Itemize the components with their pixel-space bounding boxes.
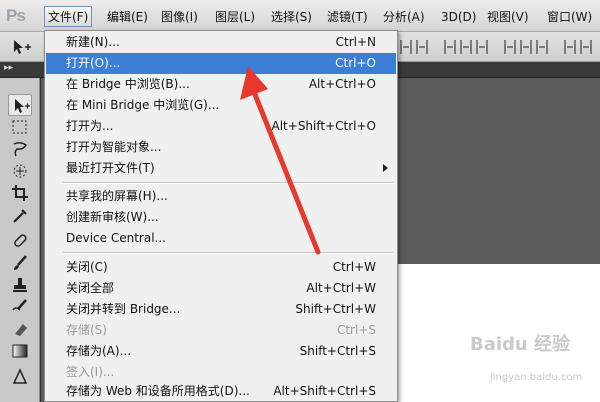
menu-item-label: 最近打开文件(T): [66, 161, 155, 175]
brush-tool-icon[interactable]: [8, 252, 32, 274]
menu-item-shortcut: Ctrl+W: [332, 260, 376, 274]
menu-item-label: 签入(I)...: [66, 365, 115, 379]
menu-separator: [63, 252, 393, 254]
menu-item-close-go-bridge[interactable]: 关闭并转到 Bridge... Shift+Ctrl+W: [46, 299, 396, 320]
menu-item-shortcut: Ctrl+O: [335, 56, 376, 70]
move-tool-icon[interactable]: [8, 94, 32, 116]
watermark-url: jingyan.baidu.com: [490, 372, 583, 383]
menu-item-save: 存储(S) Ctrl+S: [46, 320, 396, 341]
menu-item-device-central[interactable]: Device Central...: [46, 228, 396, 249]
menu-file[interactable]: 文件(F): [44, 6, 93, 27]
menu-item-label: 新建(N)...: [66, 35, 120, 49]
menu-item-check-in: 签入(I)...: [46, 362, 396, 383]
menu-item-label: 打开为...: [66, 119, 114, 133]
quick-selection-tool-icon[interactable]: [8, 160, 32, 182]
gradient-tool-icon[interactable]: [8, 340, 32, 362]
menu-filter[interactable]: 滤镜(T): [324, 7, 371, 27]
menu-item-recent-files[interactable]: 最近打开文件(T): [46, 158, 396, 179]
menu-item-new[interactable]: 新建(N)... Ctrl+N: [46, 32, 396, 53]
menu-edit[interactable]: 编辑(E): [104, 7, 151, 27]
eraser-tool-icon[interactable]: [8, 318, 32, 340]
menu-item-label: 关闭并转到 Bridge...: [66, 302, 181, 316]
menu-item-browse-bridge[interactable]: 在 Bridge 中浏览(B)... Alt+Ctrl+O: [46, 74, 396, 95]
menu-3d[interactable]: 3D(D): [438, 7, 479, 27]
move-tool-option-icon[interactable]: [8, 38, 32, 56]
menu-separator: [63, 182, 393, 184]
menu-item-label: 在 Mini Bridge 中浏览(G)...: [66, 98, 220, 112]
menu-item-label: 存储为(A)...: [66, 344, 132, 358]
menu-item-shortcut: Alt+Shift+Ctrl+O: [271, 119, 376, 133]
menu-item-shortcut: Shift+Ctrl+W: [295, 302, 376, 316]
menu-item-shortcut: Ctrl+N: [335, 35, 376, 49]
menu-item-share-screen[interactable]: 共享我的屏幕(H)...: [46, 186, 396, 207]
menu-item-shortcut: Alt+Ctrl+O: [308, 77, 376, 91]
menu-item-label: 关闭全部: [66, 281, 115, 295]
history-brush-tool-icon[interactable]: [8, 296, 32, 318]
blur-tool-icon[interactable]: [8, 366, 32, 388]
menu-item-close[interactable]: 关闭(C) Ctrl+W: [46, 257, 396, 278]
menu-item-open-as[interactable]: 打开为... Alt+Shift+Ctrl+O: [46, 116, 396, 137]
ps-logo: Ps: [6, 6, 26, 25]
healing-brush-tool-icon[interactable]: [8, 230, 32, 252]
menu-item-label: 打开为智能对象...: [66, 140, 162, 154]
menu-item-label: 存储为 Web 和设备所用格式(D)...: [66, 384, 250, 398]
menu-item-save-for-web[interactable]: 存储为 Web 和设备所用格式(D)... Alt+Shift+Ctrl+S: [46, 381, 396, 402]
menu-item-label: Device Central...: [66, 231, 166, 245]
eyedropper-tool-icon[interactable]: [8, 204, 32, 226]
menu-item-open-smart-object[interactable]: 打开为智能对象...: [46, 137, 396, 158]
menu-item-label: 关闭(C): [66, 260, 108, 274]
menu-item-label: 在 Bridge 中浏览(B)...: [66, 77, 190, 91]
menu-layer[interactable]: 图层(L): [212, 7, 258, 27]
menu-window[interactable]: 窗口(W): [544, 7, 595, 27]
menu-view[interactable]: 视图(V): [484, 7, 532, 27]
watermark-logo: Baidu 经验: [470, 334, 571, 355]
submenu-arrow-icon: [383, 164, 388, 172]
menu-item-shortcut: Ctrl+S: [336, 323, 376, 337]
menu-item-browse-mini-bridge[interactable]: 在 Mini Bridge 中浏览(G)...: [46, 95, 396, 116]
align-distribute-icons[interactable]: [400, 40, 600, 56]
menu-item-label: 打开(O)...: [66, 56, 121, 70]
menu-item-save-as[interactable]: 存储为(A)... Shift+Ctrl+S: [46, 341, 396, 362]
collapse-icon[interactable]: ▸▸: [4, 63, 13, 73]
menu-item-label: 创建新审核(W)...: [66, 210, 159, 224]
file-menu-dropdown: 新建(N)... Ctrl+N 打开(O)... Ctrl+O 在 Bridge…: [44, 30, 398, 402]
menu-item-shortcut: Shift+Ctrl+S: [299, 344, 376, 358]
tools-panel: [0, 78, 40, 402]
menu-bar: Ps 文件(F) 编辑(E) 图像(I) 图层(L) 选择(S) 滤镜(T) 分…: [0, 0, 600, 32]
menu-image[interactable]: 图像(I): [158, 7, 201, 27]
menu-item-shortcut: Alt+Shift+Ctrl+S: [273, 384, 376, 398]
crop-tool-icon[interactable]: [8, 182, 32, 204]
menu-item-shortcut: Alt+Ctrl+W: [306, 281, 376, 295]
lasso-tool-icon[interactable]: [8, 138, 32, 160]
menu-item-label: 共享我的屏幕(H)...: [66, 189, 168, 203]
clone-stamp-tool-icon[interactable]: [8, 274, 32, 296]
menu-item-label: 存储(S): [66, 323, 107, 337]
menu-select[interactable]: 选择(S): [268, 7, 315, 27]
marquee-tool-icon[interactable]: [8, 116, 32, 138]
menu-item-close-all[interactable]: 关闭全部 Alt+Ctrl+W: [46, 278, 396, 299]
menu-item-new-review[interactable]: 创建新审核(W)...: [46, 207, 396, 228]
menu-item-open[interactable]: 打开(O)... Ctrl+O: [46, 53, 396, 74]
menu-analysis[interactable]: 分析(A): [380, 7, 428, 27]
